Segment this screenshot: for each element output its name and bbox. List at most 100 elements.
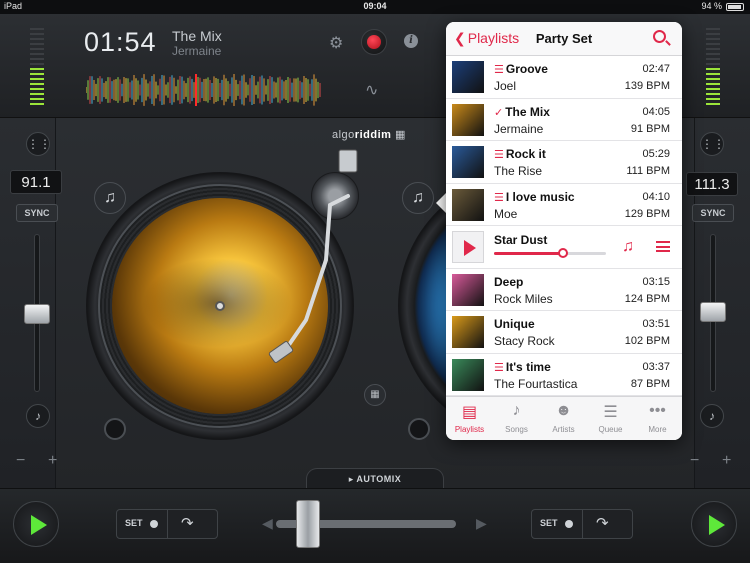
queue-icon: ☰ [603, 404, 618, 421]
track-artist: Rock Miles [494, 291, 553, 306]
tab-label: Playlists [454, 425, 485, 434]
deck-a-key-button[interactable]: ♪ [26, 404, 50, 428]
gear-icon[interactable]: ⚙ [329, 33, 343, 53]
deck-b-plus-icon[interactable]: + [722, 452, 731, 470]
tab-queue[interactable]: ☰ Queue [587, 397, 634, 440]
deck-b-add-track-icon[interactable]: ♫ [402, 182, 434, 214]
list-item[interactable]: ☰ Rock it The Rise 05:29 111 BPM [446, 141, 682, 184]
album-art [452, 188, 484, 221]
deck-b-set-controls: SET ↷ [531, 509, 633, 539]
automix-button[interactable]: ▸ AUTOMIX [306, 468, 444, 490]
track-title-text: Rock it [505, 147, 546, 161]
list-item[interactable]: ☰ Groove Joel 02:47 139 BPM [446, 56, 682, 99]
track-bpm: 102 BPM [624, 335, 670, 347]
vu-segment [30, 48, 44, 50]
add-to-queue-icon[interactable]: ♫ [622, 238, 634, 256]
deck-a-jump-icon[interactable]: ↷ [181, 514, 194, 532]
deck-a-sync-button[interactable]: SYNC [16, 204, 58, 222]
deck-b-sync-button[interactable]: SYNC [692, 204, 734, 222]
deck-a-pitch-knob[interactable] [24, 304, 50, 324]
track-title: ✓ The Mix [494, 105, 550, 119]
deck-a-add-track-icon[interactable]: ♫ [94, 182, 126, 214]
deck-b-key-button[interactable]: ♪ [700, 404, 724, 428]
deck-a-waveform[interactable] [86, 74, 322, 106]
record-button[interactable] [361, 29, 387, 55]
vu-segment [706, 88, 720, 90]
crossfader-knob[interactable] [296, 500, 320, 548]
deck-b-fx-button[interactable]: ⋮⋮ [700, 132, 725, 156]
deck-a-track-title: The Mix [172, 28, 222, 44]
list-icon: ☰ [494, 191, 504, 204]
deck-a-cue-button[interactable] [104, 418, 126, 440]
now-playing-row[interactable]: Star Dust ♫ [446, 226, 682, 269]
battery-percent: 94 % [701, 1, 722, 11]
popover-header: ❮ Playlists Party Set [446, 22, 682, 56]
tab-songs[interactable]: ♪ Songs [493, 397, 540, 440]
deck-b-play-button[interactable] [691, 501, 737, 547]
deck-b-pitch: 111.3 [686, 172, 738, 196]
playlist-title: Party Set [535, 31, 593, 46]
deck-a-spindle [215, 301, 225, 311]
deck-a-play-button[interactable] [13, 501, 59, 547]
progress-knob[interactable] [558, 248, 569, 258]
deck-b-set-button[interactable]: SET [540, 518, 558, 528]
list-item[interactable]: ☰ I love music Moe 04:10 129 BPM [446, 184, 682, 226]
waveform-icon[interactable]: ∿ [365, 80, 378, 100]
tab-playlists[interactable]: ▤ Playlists [446, 397, 493, 440]
deck-a-pitch: 91.1 [10, 170, 62, 194]
list-item[interactable]: ☰ It's time The Fourtastica 03:37 87 BPM [446, 354, 682, 396]
deck-a-track-artist: Jermaine [172, 44, 222, 58]
list-icon: ☰ [494, 361, 504, 374]
track-bpm: 91 BPM [630, 122, 670, 135]
menu-icon[interactable] [656, 241, 670, 252]
album-art [452, 146, 484, 178]
crossfader-left-icon[interactable]: ◀ [262, 515, 273, 532]
deck-a-fx-button[interactable]: ⋮⋮ [26, 132, 51, 156]
vu-segment [706, 68, 720, 70]
track-bpm: 124 BPM [624, 292, 670, 305]
track-artist: Jermaine [494, 121, 544, 136]
vu-segment [30, 78, 44, 80]
track-title-text: Unique [494, 317, 535, 331]
vu-segment [30, 33, 44, 35]
tab-artists[interactable]: ☻ Artists [540, 397, 587, 440]
playlists-icon: ▤ [461, 404, 478, 421]
deck-a-plus-icon[interactable]: + [48, 452, 57, 470]
list-item[interactable]: ✓ The Mix Jermaine 04:05 91 BPM [446, 99, 682, 141]
vu-segment [706, 98, 720, 100]
track-artist: Stacy Rock [494, 334, 555, 348]
grid-icon[interactable]: ▦ [364, 384, 386, 406]
track-bpm: 87 BPM [630, 377, 670, 390]
vu-segment [706, 53, 720, 55]
vu-segment [30, 53, 44, 55]
deck-a-set-button[interactable]: SET [125, 518, 143, 528]
track-bpm: 129 BPM [624, 207, 670, 220]
vu-segment [706, 48, 720, 50]
deck-a-minus-icon[interactable]: − [16, 452, 25, 470]
play-icon[interactable] [452, 231, 484, 263]
list-item[interactable]: Unique Stacy Rock 03:51 102 BPM [446, 311, 682, 354]
list-item[interactable]: Deep Rock Miles 03:15 124 BPM [446, 269, 682, 311]
tab-more[interactable]: ••• More [634, 397, 681, 440]
deck-b-minus-icon[interactable]: − [690, 452, 699, 470]
crossfader-right-icon[interactable]: ▶ [476, 515, 487, 532]
battery-icon [726, 3, 744, 11]
vu-segment [30, 93, 44, 95]
info-icon[interactable]: i [404, 34, 418, 48]
deck-b-cue-button[interactable] [408, 418, 430, 440]
tab-bar: ▤ Playlists ♪ Songs ☻ Artists ☰ Queue ••• More [446, 396, 682, 440]
deck-b-jump-icon[interactable]: ↷ [596, 514, 609, 532]
track-artist: Moe [494, 206, 518, 221]
track-bpm: 139 BPM [624, 80, 670, 92]
tab-label: Songs [505, 425, 528, 434]
vu-segment [30, 73, 44, 75]
divider [582, 510, 583, 538]
deck-b-pitch-knob[interactable] [700, 302, 726, 322]
now-playing-progress[interactable] [494, 248, 606, 258]
search-icon[interactable] [653, 30, 666, 43]
track-title-text: Deep [494, 274, 524, 289]
track-title-text: The Mix [505, 104, 550, 119]
vu-segment [706, 93, 720, 95]
vu-segment [706, 33, 720, 35]
album-art [452, 358, 484, 391]
